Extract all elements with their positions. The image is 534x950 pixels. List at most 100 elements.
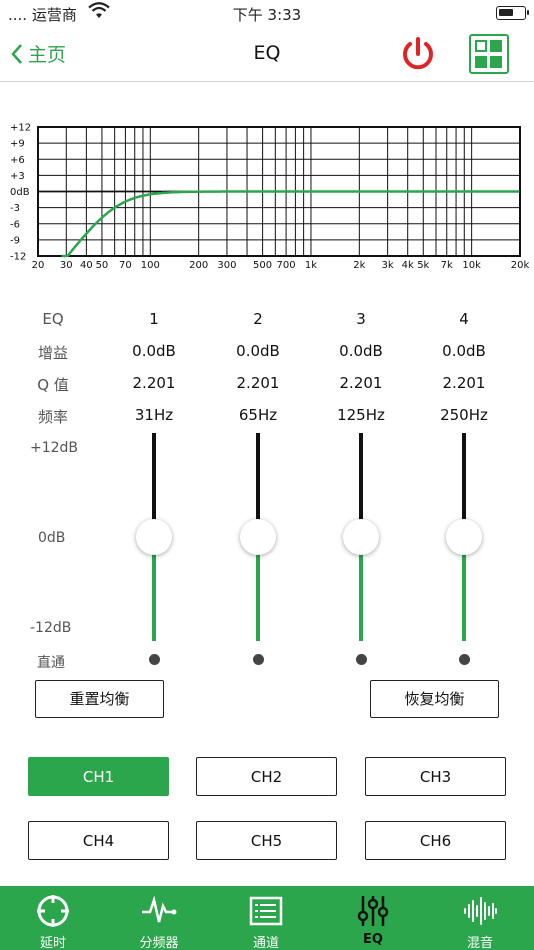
grid-cell (490, 55, 502, 68)
q-value[interactable]: 2.201 (419, 374, 509, 392)
list-icon (249, 896, 283, 926)
tab-bar: 延时 分频器 通道 EQ 混音 (0, 886, 534, 950)
channel-button-ch1[interactable]: CH1 (28, 757, 169, 796)
band-number: 3 (356, 310, 366, 328)
x-tick-label: 40 (80, 260, 93, 271)
y-tick-label: +9 (10, 139, 25, 150)
band-number: 4 (459, 310, 469, 328)
page-title: EQ (253, 42, 281, 64)
gain-slider-band-4[interactable] (444, 433, 484, 641)
bypass-toggle-band-3[interactable] (356, 654, 367, 665)
slider-knob[interactable] (136, 519, 172, 555)
channel-button-ch5[interactable]: CH5 (196, 821, 337, 860)
x-tick-label: 2k (353, 260, 365, 271)
x-tick-label: 20k (511, 260, 530, 271)
grid-cell (490, 40, 502, 52)
restore-eq-button[interactable]: 恢复均衡 (370, 680, 499, 718)
grid-cell (475, 55, 487, 68)
x-tick-label: 3k (382, 260, 394, 271)
slider-knob[interactable] (240, 519, 276, 555)
tab-label: EQ (363, 932, 383, 947)
chevron-left-icon (11, 43, 22, 64)
q-label: Q 值 (37, 376, 69, 394)
tab-label: 延时 (39, 936, 66, 950)
x-tick-label: 4k (402, 260, 414, 271)
gain-value[interactable]: 0.0dB (109, 342, 199, 360)
back-label: 主页 (28, 44, 67, 66)
eq-header-label: EQ (42, 310, 64, 328)
y-tick-label: +12 (10, 123, 31, 134)
q-value[interactable]: 2.201 (316, 374, 406, 392)
tab-channel[interactable]: 通道 (213, 886, 319, 950)
tab-label: 通道 (252, 936, 279, 950)
channel-button-ch2[interactable]: CH2 (196, 757, 337, 796)
y-tick-label: 0dB (10, 187, 30, 198)
frequency-value[interactable]: 250Hz (419, 406, 509, 424)
bypass-toggle-band-4[interactable] (459, 654, 470, 665)
slider-knob[interactable] (343, 519, 379, 555)
y-tick-label: -6 (10, 219, 20, 230)
x-tick-label: 500 (253, 260, 272, 271)
power-icon (403, 37, 433, 70)
sliders-icon (357, 896, 389, 926)
gain-value[interactable]: 0.0dB (419, 342, 509, 360)
audio-wave-icon (464, 897, 497, 925)
tab-label: 混音 (466, 936, 493, 950)
x-tick-label: 20 (32, 260, 45, 271)
slider-scale-mid: 0dB (38, 530, 66, 546)
eq-header-row: EQ 1 2 3 4 (0, 310, 534, 340)
tab-crossover[interactable]: 分频器 (106, 886, 212, 950)
y-tick-label: +3 (10, 171, 25, 182)
band-number: 2 (253, 310, 263, 328)
layout-grid-button[interactable] (469, 34, 509, 74)
gain-slider-band-3[interactable] (341, 433, 381, 641)
frequency-label: 频率 (37, 408, 68, 426)
power-button[interactable] (398, 34, 438, 74)
q-value[interactable]: 2.201 (213, 374, 303, 392)
status-bar: .... 运营商 下午 3:33 (0, 0, 534, 28)
tab-mixer[interactable]: 混音 (427, 886, 533, 950)
gain-slider-band-1[interactable] (134, 433, 174, 641)
gain-value[interactable]: 0.0dB (213, 342, 303, 360)
clock: 下午 3:33 (232, 6, 302, 24)
channel-button-ch6[interactable]: CH6 (365, 821, 506, 860)
tab-eq[interactable]: EQ (320, 886, 426, 950)
gain-value[interactable]: 0.0dB (316, 342, 406, 360)
y-tick-label: -9 (10, 235, 20, 246)
x-tick-label: 700 (277, 260, 296, 271)
y-tick-label: +6 (10, 155, 25, 166)
gain-slider-band-2[interactable] (238, 433, 278, 641)
eq-response-graph: +12 +9 +6 +3 0dB -3 -6 -9 -12 20 30 40 50 70 100 200 300… (0, 118, 534, 278)
eq-graph-canvas: +12 +9 +6 +3 0dB -3 -6 -9 -12 20 30 40 50 70 100 200 300… (10, 123, 530, 272)
band-number: 1 (149, 310, 159, 328)
channel-button-ch3[interactable]: CH3 (365, 757, 506, 796)
battery-icon (496, 6, 529, 20)
slider-knob[interactable] (446, 519, 482, 555)
x-tick-label: 30 (60, 260, 73, 271)
y-tick-label: -3 (10, 203, 20, 214)
back-button[interactable]: 主页 (10, 40, 66, 67)
frequency-value[interactable]: 125Hz (316, 406, 406, 424)
x-tick-label: 5k (417, 260, 429, 271)
bypass-toggle-band-2[interactable] (253, 654, 264, 665)
tab-label: 分频器 (139, 936, 179, 950)
tab-delay[interactable]: 延时 (0, 886, 106, 950)
bypass-label: 直通 (37, 655, 65, 671)
x-tick-label: 70 (119, 260, 132, 271)
x-tick-label: 10k (462, 260, 481, 271)
x-tick-label: 50 (96, 260, 109, 271)
q-value[interactable]: 2.201 (109, 374, 199, 392)
bypass-toggle-band-1[interactable] (149, 654, 160, 665)
gain-label: 增益 (37, 344, 68, 362)
slider-scale-top: +12dB (30, 440, 79, 456)
frequency-value[interactable]: 31Hz (109, 406, 199, 424)
q-row: Q 值 2.201 2.201 2.201 2.201 (0, 374, 534, 404)
x-tick-label: 7k (441, 260, 453, 271)
frequency-value[interactable]: 65Hz (213, 406, 303, 424)
gain-row: 增益 0.0dB 0.0dB 0.0dB 0.0dB (0, 342, 534, 372)
y-tick-label: -12 (10, 252, 26, 263)
x-tick-label: 1k (305, 260, 317, 271)
reset-eq-button[interactable]: 重置均衡 (35, 680, 164, 718)
x-tick-label: 100 (141, 260, 160, 271)
channel-button-ch4[interactable]: CH4 (28, 821, 169, 860)
